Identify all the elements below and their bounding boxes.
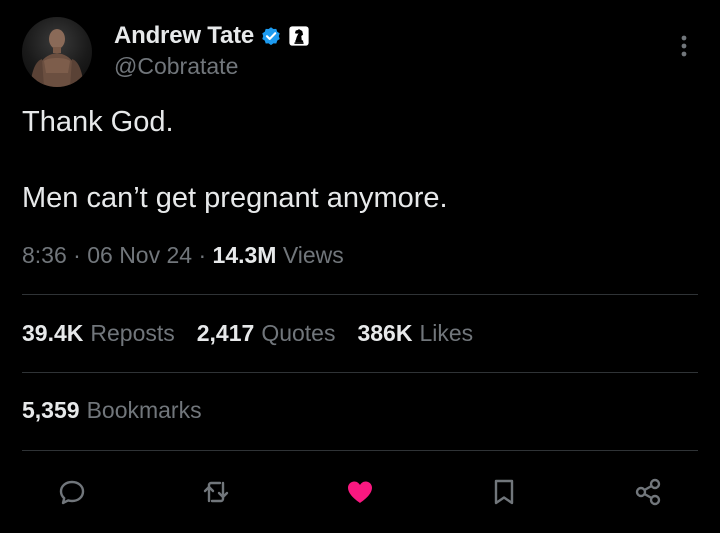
views-label: Views (282, 242, 344, 268)
author-names: Andrew Tate @Cobratate (114, 21, 310, 80)
meta-separator: · (198, 242, 207, 268)
handle[interactable]: @Cobratate (114, 53, 310, 80)
repost-button[interactable] (200, 476, 232, 508)
reposts-label: Reposts (90, 320, 175, 346)
more-vertical-icon[interactable] (674, 31, 694, 61)
bookmark-icon (494, 479, 514, 505)
tweet-header: Andrew Tate @Cobratate (22, 17, 702, 89)
repost-icon (203, 481, 229, 503)
bookmarks-count: 5,359 (22, 397, 80, 423)
divider (22, 372, 698, 373)
bookmarks-label: Bookmarks (86, 397, 202, 423)
bookmarks-stat: 5,359 Bookmarks (22, 397, 202, 424)
likes-count: 386K (357, 320, 413, 346)
tweet-detail: Andrew Tate @Cobratate Thank God. Men ca… (0, 0, 720, 533)
chess-knight-icon[interactable] (288, 25, 310, 47)
tweet-time[interactable]: 8:36 (22, 242, 67, 268)
share-button[interactable] (632, 476, 664, 508)
reposts-count: 39.4K (22, 320, 84, 346)
heart-icon (348, 481, 372, 503)
tweet-text: Thank God. Men can’t get pregnant anymor… (22, 103, 692, 217)
reposts-stat[interactable]: 39.4K Reposts (22, 320, 175, 347)
divider (22, 450, 698, 451)
tweet-meta: 8:36 · 06 Nov 24 · 14.3M Views (22, 242, 344, 269)
bookmark-button[interactable] (488, 476, 520, 508)
engagement-stats: 39.4K Reposts 2,417 Quotes 386K Likes (22, 320, 473, 347)
tweet-line-2: Men can’t get pregnant anymore. (22, 182, 448, 214)
meta-separator: · (73, 242, 81, 268)
bookmark-stats: 5,359 Bookmarks (22, 397, 202, 424)
verified-badge-icon (260, 25, 282, 47)
display-name[interactable]: Andrew Tate (114, 22, 254, 50)
reply-button[interactable] (56, 476, 88, 508)
quotes-count: 2,417 (196, 320, 255, 346)
views-count: 14.3M (212, 242, 277, 268)
likes-label: Likes (419, 320, 474, 346)
tweet-date[interactable]: 06 Nov 24 (87, 242, 192, 268)
share-icon (635, 478, 661, 506)
likes-stat[interactable]: 386K Likes (357, 320, 473, 347)
quotes-stat[interactable]: 2,417 Quotes (197, 320, 336, 347)
avatar-image (30, 29, 84, 87)
avatar[interactable] (22, 17, 92, 87)
like-button[interactable] (344, 476, 376, 508)
reply-icon (59, 480, 85, 505)
quotes-label: Quotes (261, 320, 336, 346)
action-bar (0, 470, 720, 514)
tweet-line-1: Thank God. (22, 106, 174, 138)
divider (22, 294, 698, 295)
